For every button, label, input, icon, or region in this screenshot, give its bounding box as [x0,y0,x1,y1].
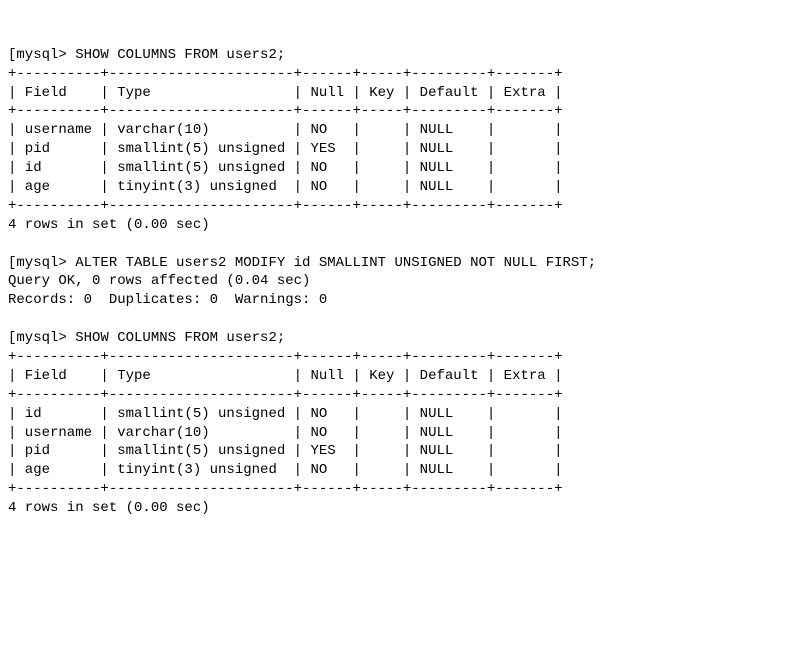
blank-line [8,236,16,252]
table-border: +----------+----------------------+-----… [8,198,563,214]
table-row: | id | smallint(5) unsigned | NO | | NUL… [8,160,563,176]
table-row: | username | varchar(10) | NO | | NULL |… [8,425,563,441]
table-row: | pid | smallint(5) unsigned | YES | | N… [8,141,563,157]
table-row: | username | varchar(10) | NO | | NULL |… [8,122,563,138]
table-border: +----------+----------------------+-----… [8,103,563,119]
table-border: +----------+----------------------+-----… [8,66,563,82]
records-line: Records: 0 Duplicates: 0 Warnings: 0 [8,292,327,308]
table-row: | id | smallint(5) unsigned | NO | | NUL… [8,406,563,422]
table-row: | pid | smallint(5) unsigned | YES | | N… [8,443,563,459]
table-row: | age | tinyint(3) unsigned | NO | | NUL… [8,179,563,195]
table-header: | Field | Type | Null | Key | Default | … [8,368,563,384]
table-border: +----------+----------------------+-----… [8,387,563,403]
result-summary: 4 rows in set (0.00 sec) [8,500,210,516]
prompt-line-1[interactable]: [mysql> SHOW COLUMNS FROM users2; [8,47,285,63]
table-border: +----------+----------------------+-----… [8,481,563,497]
table-header: | Field | Type | Null | Key | Default | … [8,85,563,101]
query-ok: Query OK, 0 rows affected (0.04 sec) [8,273,310,289]
terminal-output: [mysql> SHOW COLUMNS FROM users2; +-----… [8,27,798,518]
blank-line [8,311,16,327]
table-border: +----------+----------------------+-----… [8,349,563,365]
prompt-line-3[interactable]: [mysql> SHOW COLUMNS FROM users2; [8,330,285,346]
table-row: | age | tinyint(3) unsigned | NO | | NUL… [8,462,563,478]
result-summary: 4 rows in set (0.00 sec) [8,217,210,233]
prompt-line-2[interactable]: [mysql> ALTER TABLE users2 MODIFY id SMA… [8,255,596,271]
